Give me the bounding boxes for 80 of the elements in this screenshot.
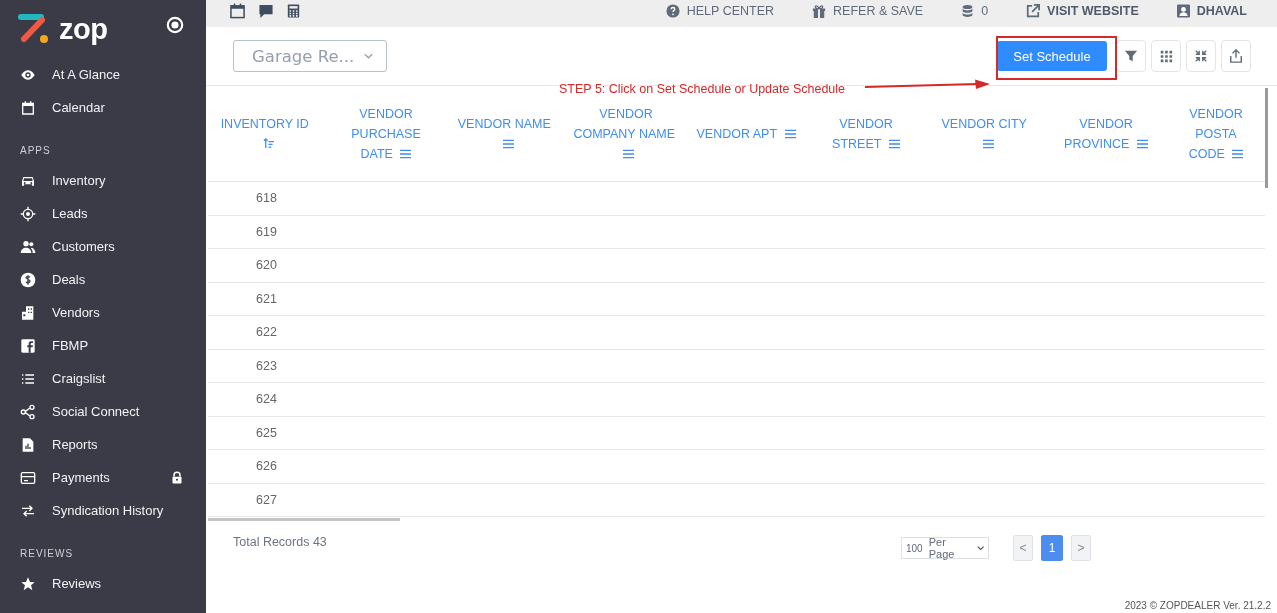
previous-page-button[interactable]: < <box>1013 535 1033 561</box>
table-cell: 627 <box>256 492 277 507</box>
facebook-icon <box>20 337 36 354</box>
sidebar-item[interactable]: Craigslist <box>0 362 206 395</box>
column-header[interactable]: VENDOR STREET <box>813 113 919 154</box>
external-link-icon <box>1026 4 1041 18</box>
user-icon <box>1176 4 1190 18</box>
column-header[interactable]: VENDOR POSTA CODE <box>1175 103 1257 164</box>
page-button[interactable]: 1 <box>1041 535 1063 561</box>
sidebar-item[interactable]: Leads <box>0 197 206 230</box>
export-button[interactable] <box>1221 40 1251 72</box>
sidebar-item[interactable]: Deals <box>0 263 206 296</box>
report-icon <box>20 436 36 453</box>
column-header[interactable]: VENDOR CITY <box>935 113 1037 154</box>
gift-icon <box>812 4 827 18</box>
table-cell: 619 <box>256 224 277 239</box>
star-icon <box>20 575 36 592</box>
sidebar-item[interactable]: FBMP <box>0 329 206 362</box>
table-cell: 620 <box>256 258 277 273</box>
column-header[interactable]: INVENTORY ID <box>216 113 317 154</box>
table-cell: 621 <box>256 291 277 306</box>
help-icon <box>665 4 680 18</box>
topbar-link[interactable]: REFER & SAVE <box>812 4 924 18</box>
dollar-icon <box>20 271 36 288</box>
annotation-text: STEP 5: Click on Set Schedule or Update Schedule <box>559 82 846 96</box>
sidebar-item[interactable]: Payments <box>0 461 206 494</box>
column-header[interactable]: VENDOR APT <box>696 123 796 144</box>
people-icon <box>20 238 36 255</box>
sidebar-item[interactable]: Inventory <box>0 164 206 197</box>
table-cell: 626 <box>256 459 277 474</box>
filter-button[interactable] <box>1116 40 1146 72</box>
table-cell: 622 <box>256 325 277 340</box>
sidebar-item[interactable]: Reports <box>0 428 206 461</box>
coins-icon <box>961 4 975 18</box>
chevron-down-icon <box>364 53 373 59</box>
next-page-button[interactable]: > <box>1071 535 1091 561</box>
copyright-text: 2023 © ZOPDEALER Ver. 21.2.2 <box>1124 600 1271 611</box>
logo-text: zop <box>59 12 108 46</box>
column-header[interactable]: VENDOR PROVINCE <box>1053 113 1159 154</box>
table-cell: 623 <box>256 358 277 373</box>
topbar-link[interactable]: DHAVAL <box>1176 4 1247 18</box>
calendar-icon <box>20 99 36 116</box>
columns-button[interactable] <box>1151 40 1181 72</box>
collapse-button[interactable] <box>1186 40 1216 72</box>
table-cell: 618 <box>256 191 277 206</box>
share-icon <box>20 403 36 420</box>
section-label: APPS <box>20 144 52 158</box>
section-label: REVIEWS <box>20 547 75 561</box>
sidebar-item[interactable]: Calendar <box>0 91 206 124</box>
sidebar-item[interactable]: Vendors <box>0 296 206 329</box>
filter-icon <box>1124 49 1138 63</box>
building-icon <box>20 304 36 321</box>
swap-arrows-icon <box>20 502 36 519</box>
share-upload-icon <box>1229 49 1243 63</box>
grid-icon <box>1159 49 1173 63</box>
column-header[interactable]: VENDOR PURCHASE DATE <box>333 103 439 164</box>
topbar-link[interactable]: HELP CENTER <box>665 4 775 18</box>
sidebar-item[interactable]: At A Glance <box>0 58 206 91</box>
sidebar-item[interactable]: Reviews <box>0 567 206 600</box>
sidebar-item[interactable]: Social Connect <box>0 395 206 428</box>
set-schedule-button[interactable]: Set Schedule <box>997 41 1107 71</box>
calculator-icon[interactable] <box>287 3 300 19</box>
calendar-icon[interactable] <box>230 3 245 19</box>
target-icon[interactable] <box>166 16 184 34</box>
vertical-scrollbar[interactable] <box>1265 88 1268 188</box>
table-cell: 625 <box>256 425 277 440</box>
topbar-link[interactable]: 0 <box>961 4 989 18</box>
chevron-down-icon <box>976 545 984 551</box>
column-header[interactable]: VENDOR COMPANY NAME <box>573 103 679 164</box>
horizontal-scrollbar[interactable] <box>208 518 400 521</box>
chat-icon[interactable] <box>258 3 274 19</box>
crosshair-icon <box>20 205 36 222</box>
card-icon <box>20 469 36 486</box>
table-cell: 624 <box>256 392 277 407</box>
collapse-arrows-icon <box>1194 49 1208 63</box>
sidebar-item[interactable]: Customers <box>0 230 206 263</box>
column-header[interactable]: VENDOR NAME <box>455 113 557 154</box>
total-records: Total Records 43 <box>233 535 327 549</box>
topbar-link[interactable]: VISIT WEBSITE <box>1026 4 1139 18</box>
sidebar-item[interactable]: Syndication History <box>0 494 206 527</box>
